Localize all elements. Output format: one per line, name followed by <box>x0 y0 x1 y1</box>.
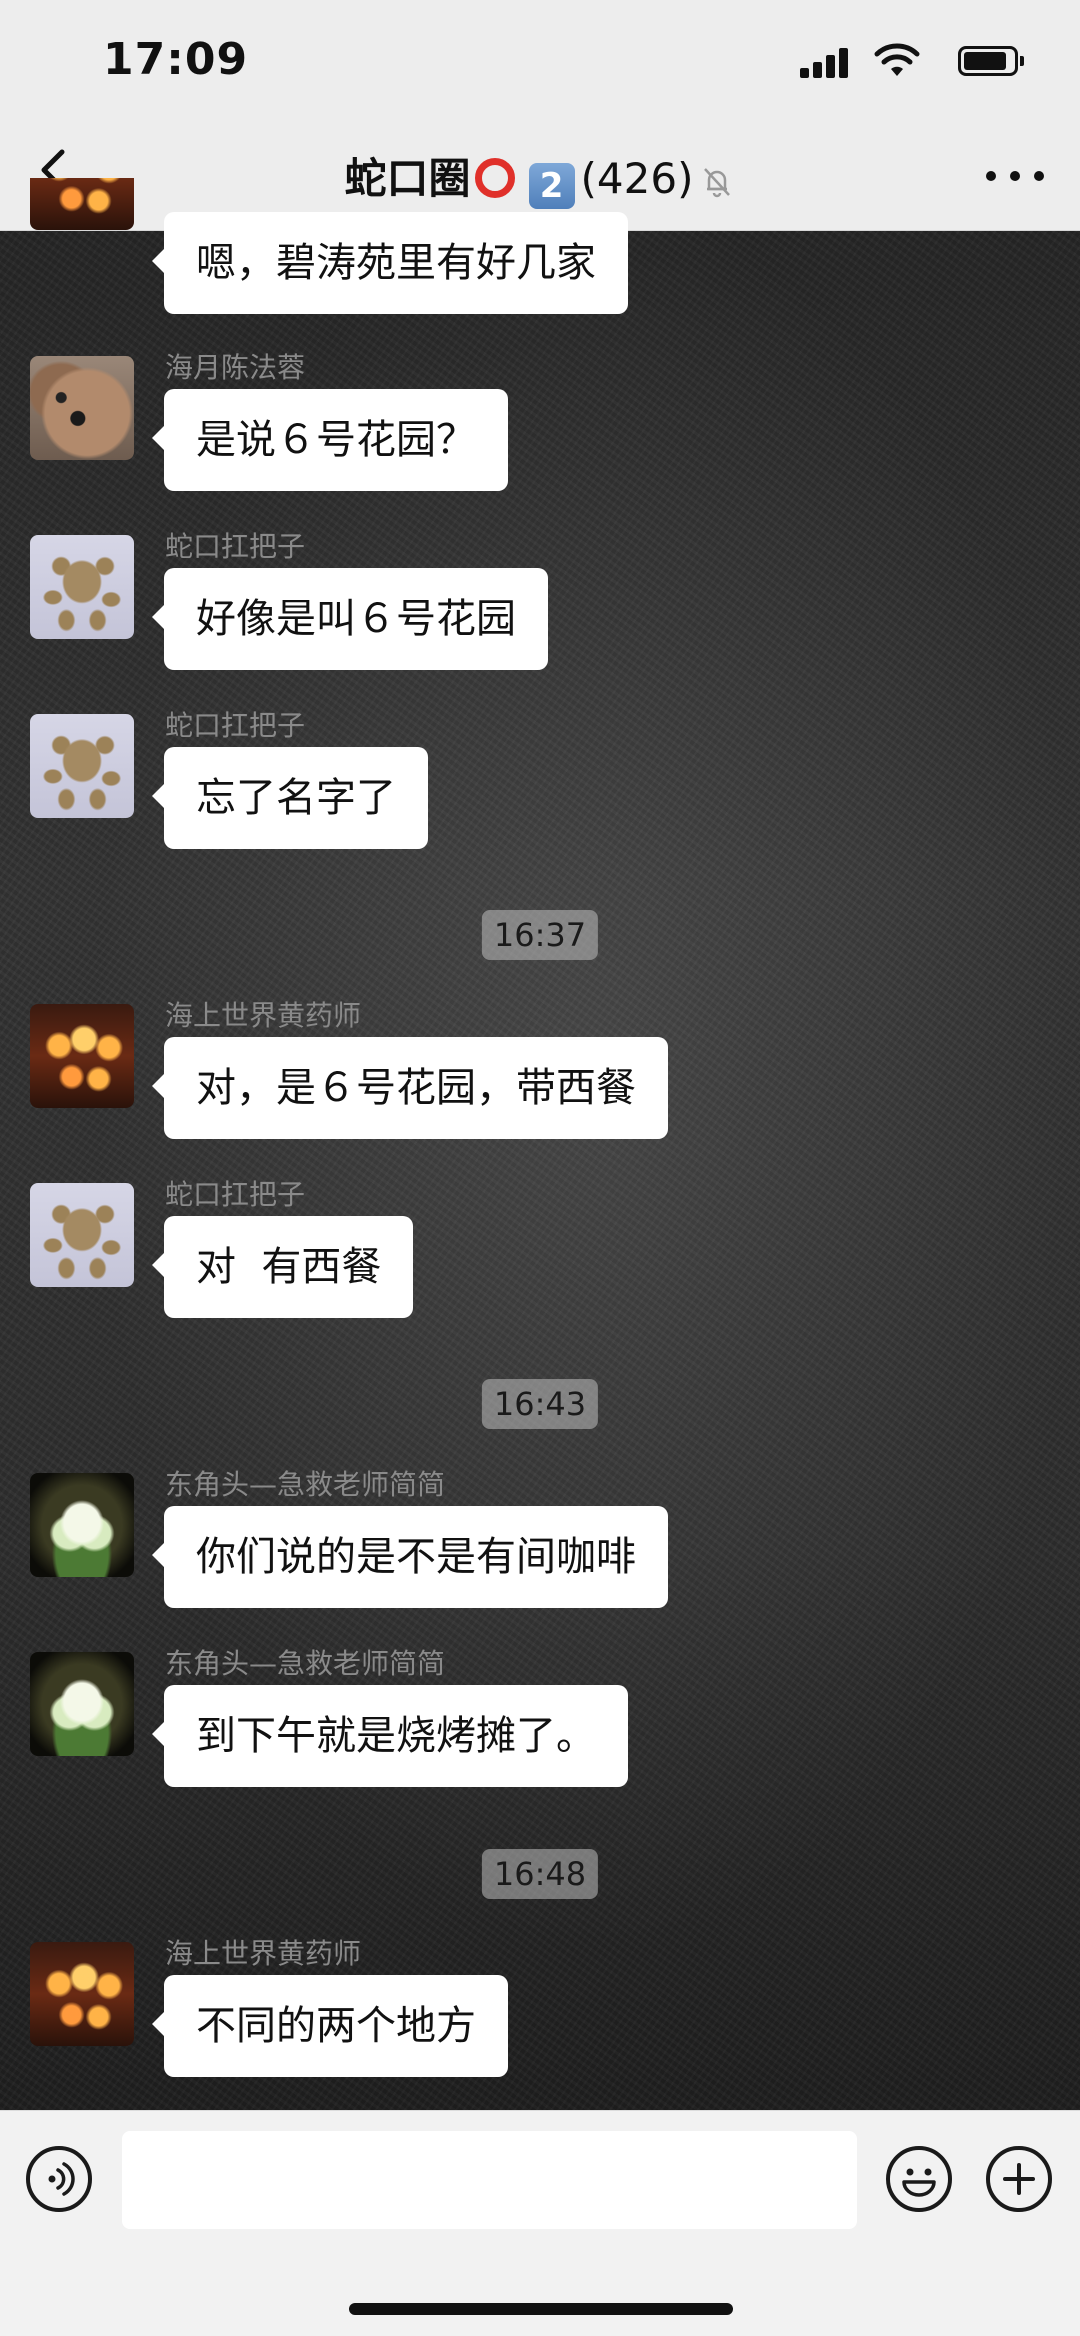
voice-input-button[interactable] <box>26 2146 92 2212</box>
message-bubble[interactable]: 不同的两个地方 <box>152 1975 508 2077</box>
wifi-icon <box>874 43 920 76</box>
sender-avatar[interactable] <box>30 1183 134 1287</box>
emoji-button[interactable] <box>886 2146 952 2212</box>
member-count: (426) <box>580 154 694 203</box>
sender-name: 东角头—急救老师简简 <box>165 1647 446 1680</box>
sender-avatar[interactable] <box>30 535 134 639</box>
more-options-button[interactable] <box>980 150 1050 200</box>
voice-icon <box>48 2162 75 2196</box>
message-bubble[interactable]: 嗯，碧涛苑里有好几家 <box>152 212 628 314</box>
chat-title: 蛇口圈 2 (426) <box>200 145 880 209</box>
message-input[interactable] <box>122 2131 857 2229</box>
sender-avatar[interactable] <box>30 356 134 460</box>
group-name: 蛇口圈 <box>344 154 471 203</box>
input-bar <box>0 2110 1080 2336</box>
message-timestamp: 16:43 <box>481 1379 599 1429</box>
chat-screen: 17:09 蛇口圈 2 (426) 嗯，碧涛苑里有好几家 海月陈法蓉 是说６号花… <box>0 0 1080 2336</box>
message-bubble[interactable]: 你们说的是不是有间咖啡 <box>152 1506 668 1608</box>
mute-bell-icon <box>704 168 731 198</box>
signal-icon <box>800 46 848 78</box>
sender-avatar[interactable] <box>30 1652 134 1756</box>
message-bubble[interactable]: 对 有西餐 <box>151 1216 414 1318</box>
message-timestamp: 16:48 <box>481 1849 599 1899</box>
sender-name: 蛇口扛把子 <box>165 709 306 742</box>
sender-avatar[interactable] <box>30 714 134 818</box>
smiley-icon <box>902 2168 936 2197</box>
sender-avatar[interactable] <box>30 1004 134 1108</box>
message-bubble[interactable]: 忘了名字了 <box>152 747 428 849</box>
status-time: 17:09 <box>103 34 249 85</box>
sender-avatar[interactable] <box>30 1473 134 1577</box>
keycap-number: 2 <box>528 163 575 209</box>
more-functions-button[interactable] <box>986 2146 1052 2212</box>
home-indicator <box>349 2303 733 2315</box>
sender-name: 蛇口扛把子 <box>165 1178 306 1211</box>
plus-icon <box>1003 2163 1035 2195</box>
message-bubble[interactable]: 好像是叫６号花园 <box>152 568 548 670</box>
sender-name: 蛇口扛把子 <box>165 530 306 563</box>
sender-avatar[interactable] <box>30 1942 134 2046</box>
top-bar: 17:09 蛇口圈 2 (426) <box>0 0 1080 231</box>
message-bubble[interactable]: 到下午就是烧烤摊了。 <box>152 1685 628 1787</box>
message-timestamp: 16:37 <box>481 910 599 960</box>
message-bubble[interactable]: 是说６号花园？ <box>152 389 508 491</box>
sender-name: 海上世界黄药师 <box>165 1937 362 1970</box>
sender-name: 海上世界黄药师 <box>165 999 362 1032</box>
chat-wallpaper <box>0 230 1080 2110</box>
red-circle-icon <box>474 158 515 198</box>
sender-name: 东角头—急救老师简简 <box>165 1468 446 1501</box>
sender-name: 海月陈法蓉 <box>165 351 306 384</box>
battery-icon <box>958 46 1024 76</box>
message-bubble[interactable]: 对，是６号花园，带西餐 <box>152 1037 668 1139</box>
